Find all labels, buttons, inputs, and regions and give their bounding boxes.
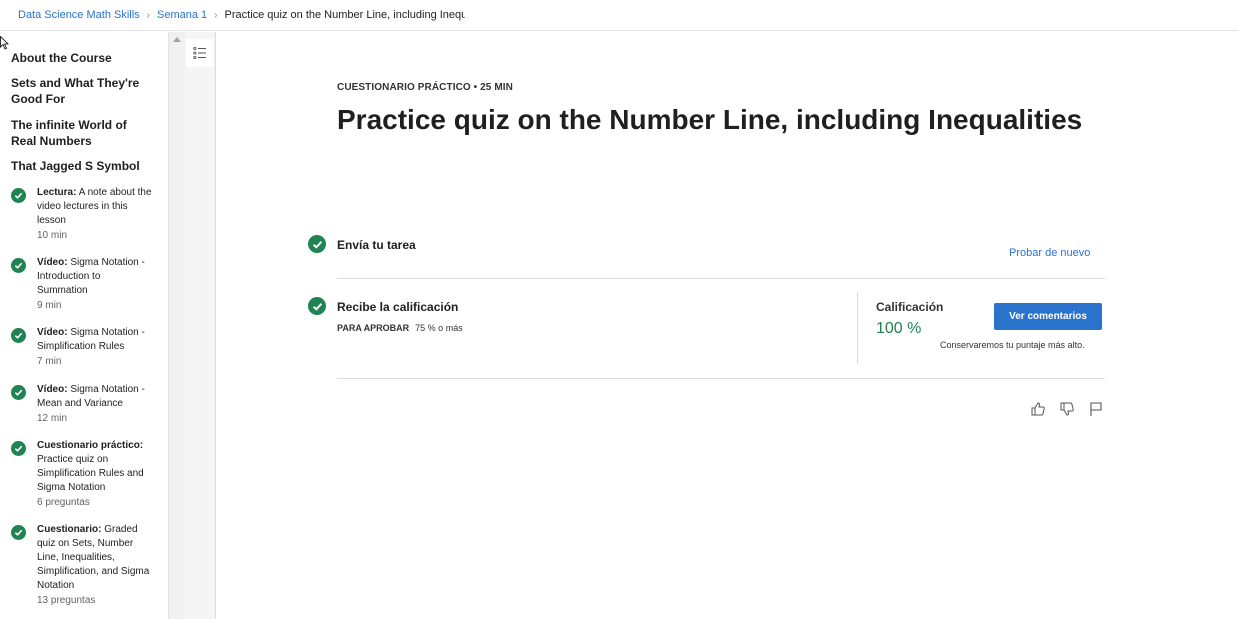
item-kicker: CUESTIONARIO PRÁCTICO • 25 MIN [337, 82, 513, 93]
retry-link[interactable]: Probar de nuevo [1009, 247, 1090, 259]
pass-label: PARA APROBAR [337, 323, 410, 333]
divider [337, 278, 1105, 279]
sidebar-scrollbar[interactable] [168, 32, 185, 619]
checkmark-icon [11, 385, 26, 400]
lesson-type: Lectura: [37, 187, 77, 198]
checkmark-icon [11, 328, 26, 343]
scroll-up-arrow-icon[interactable] [173, 37, 181, 42]
lesson-meta: 13 preguntas [37, 595, 96, 606]
breadcrumb-current: Practice quiz on the Number Line, includ… [224, 9, 465, 21]
lesson-meta: 12 min [37, 413, 68, 424]
checkmark-icon [11, 525, 26, 540]
checkmark-icon [308, 297, 326, 315]
pass-requirement: PARA APROBAR 75 % o más [337, 323, 463, 333]
lesson-meta: 7 min [37, 356, 62, 367]
highest-score-note: Conservaremos tu puntaje más alto. [940, 340, 1085, 350]
flag-icon[interactable] [1088, 401, 1104, 417]
lesson-type: Cuestionario práctico: [37, 440, 144, 451]
sidebar-section-about[interactable]: About the Course [11, 50, 151, 66]
toc-toggle-button[interactable] [186, 39, 213, 67]
page-title: Practice quiz on the Number Line, includ… [337, 104, 1083, 135]
mouse-cursor-icon [0, 36, 9, 50]
checkmark-icon [11, 188, 26, 203]
thumbs-up-icon[interactable] [1030, 401, 1046, 417]
view-feedback-button[interactable]: Ver comentarios [994, 303, 1102, 330]
breadcrumb-course-link[interactable]: Data Science Math Skills [18, 9, 140, 21]
grade-label: Calificación [876, 300, 944, 314]
lesson-text: Vídeo: Sigma Notation - Mean and Varianc… [37, 383, 152, 426]
submit-step-label: Envía tu tarea [337, 238, 416, 252]
lesson-text: Lectura: A note about the video lectures… [37, 186, 152, 243]
grade-value: 100 % [876, 320, 922, 337]
breadcrumb-week-link[interactable]: Semana 1 [157, 9, 207, 21]
main-content: CUESTIONARIO PRÁCTICO • 25 MIN Practice … [217, 32, 1239, 619]
checkmark-icon [11, 258, 26, 273]
lesson-meta: 9 min [37, 300, 62, 311]
lesson-meta: 6 preguntas [37, 497, 90, 508]
lesson-text: Vídeo: Sigma Notation - Introduction to … [37, 256, 152, 313]
lesson-type: Vídeo: [37, 257, 68, 268]
lesson-type: Vídeo: [37, 384, 68, 395]
checkmark-icon [11, 441, 26, 456]
lesson-text: Vídeo: Sigma Notation - Simplification R… [37, 326, 152, 369]
lesson-text: Cuestionario práctico: Practice quiz on … [37, 439, 152, 510]
sidebar-section-sigma[interactable]: That Jagged S Symbol [11, 158, 151, 174]
lesson-meta: 10 min [37, 230, 68, 241]
lesson-text: Cuestionario: Graded quiz on Sets, Numbe… [37, 523, 152, 608]
breadcrumb: Data Science Math Skills › Semana 1 › Pr… [0, 0, 1239, 31]
chevron-right-icon: › [214, 9, 218, 21]
checkmark-icon [308, 235, 326, 253]
vertical-divider [857, 292, 858, 364]
lesson-type: Cuestionario: [37, 524, 102, 535]
lesson-name: Practice quiz on Simplification Rules an… [37, 454, 144, 493]
lesson-type: Vídeo: [37, 327, 68, 338]
course-sidebar: About the Course Sets and What They're G… [0, 32, 168, 619]
list-icon [192, 46, 206, 60]
grade-step-label: Recibe la calificación [337, 300, 459, 314]
chevron-right-icon: › [146, 9, 151, 21]
toc-rail [185, 32, 216, 619]
divider [337, 378, 1105, 379]
sidebar-section-real-numbers[interactable]: The infinite World of Real Numbers [11, 117, 151, 149]
pass-value: 75 % o más [415, 323, 463, 333]
sidebar-section-sets[interactable]: Sets and What They're Good For [11, 75, 151, 107]
thumbs-down-icon[interactable] [1059, 401, 1075, 417]
